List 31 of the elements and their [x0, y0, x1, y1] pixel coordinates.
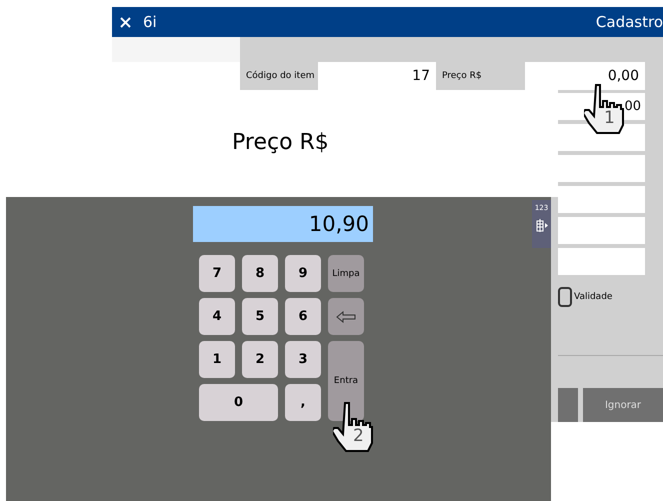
- checkbox[interactable]: [558, 287, 572, 307]
- key-button[interactable]: 0: [199, 384, 278, 421]
- key-button[interactable]: 5: [242, 298, 278, 335]
- grid-arrow-icon: [536, 219, 548, 232]
- input-field[interactable]: [558, 217, 645, 244]
- button[interactable]: [558, 388, 578, 422]
- key-button[interactable]: 2: [242, 341, 278, 378]
- input-field[interactable]: [558, 186, 645, 213]
- checkbox-label: Validade: [574, 292, 612, 302]
- input-field[interactable]: [558, 155, 645, 182]
- key-button[interactable]: 6: [285, 298, 321, 335]
- key-button[interactable]: 7: [199, 255, 235, 292]
- ignore-button[interactable]: Ignorar: [583, 388, 663, 422]
- enter-button[interactable]: Entra: [328, 341, 364, 421]
- prompt-title: Preço R$: [232, 130, 329, 155]
- key-button[interactable]: 9: [285, 255, 321, 292]
- backspace-button[interactable]: [328, 298, 364, 335]
- key-button[interactable]: 4: [199, 298, 235, 335]
- clear-button[interactable]: Limpa: [328, 255, 364, 292]
- window-heading: Cadastro: [596, 13, 663, 31]
- key-button[interactable]: 8: [242, 255, 278, 292]
- key-button[interactable]: 3: [285, 341, 321, 378]
- input-field[interactable]: [558, 248, 645, 275]
- input-field[interactable]: 0,00: [525, 62, 645, 90]
- display-field: 10,90: [193, 206, 373, 242]
- close-icon[interactable]: [120, 16, 131, 28]
- key-button[interactable]: 1: [199, 341, 235, 378]
- input-field[interactable]: 17: [318, 62, 436, 90]
- window-title: 6i: [143, 13, 157, 31]
- left-arrow-icon: [336, 310, 356, 322]
- key-button[interactable]: ,: [285, 384, 321, 421]
